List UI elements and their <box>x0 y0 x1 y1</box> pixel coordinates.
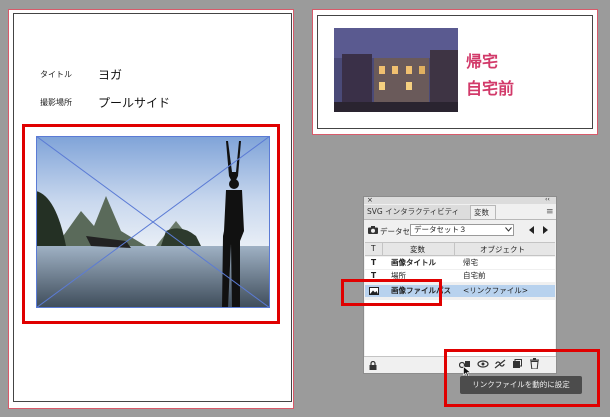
header-type: T <box>371 244 376 253</box>
variable-object: <リンクファイル> <box>463 286 529 295</box>
tab-variables[interactable]: 変数 <box>470 205 496 219</box>
image-path-highlight-box <box>341 279 442 306</box>
lock-icon[interactable] <box>369 361 377 370</box>
photo-highlight-box <box>22 124 280 324</box>
variable-object: 自宅前 <box>463 271 486 280</box>
variable-object: 帰宅 <box>463 258 478 267</box>
home-photo[interactable] <box>334 28 458 112</box>
location-label: 撮影場所 <box>40 98 72 107</box>
panel-titlebar[interactable] <box>364 197 556 204</box>
variable-name: 画像タイトル <box>391 258 436 267</box>
card-title: 帰宅 <box>466 52 499 71</box>
toolbar-highlight-box <box>444 349 600 407</box>
dataset-select[interactable]: データセット３ <box>410 224 514 236</box>
header-divider <box>382 242 383 256</box>
tab-divider <box>364 219 556 220</box>
table-header <box>365 242 555 256</box>
dataset-select-value: データセット３ <box>414 225 467 234</box>
text-variable-icon: T <box>371 258 377 267</box>
title-value: ヨガ <box>98 68 123 82</box>
card-location: 自宅前 <box>466 79 515 98</box>
camera-icon[interactable] <box>368 226 378 234</box>
variable-list-empty-area <box>365 300 555 356</box>
location-value: プールサイド <box>98 96 171 110</box>
next-icon[interactable] <box>542 226 549 234</box>
title-label: タイトル <box>40 70 72 79</box>
panel-menu-icon[interactable]: ≡ <box>546 207 554 217</box>
tab-svg-interactivity[interactable]: SVG インタラクティビティ <box>364 205 470 219</box>
header-object: オブジェクト <box>480 245 525 254</box>
header-divider <box>454 242 455 256</box>
header-variable: 変数 <box>410 245 425 254</box>
collapse-icon[interactable]: ‹‹ <box>545 196 550 203</box>
prev-icon[interactable] <box>528 226 535 234</box>
chevron-down-icon <box>505 227 512 232</box>
table-row[interactable]: T 画像タイトル 帰宅 <box>365 257 555 269</box>
close-icon[interactable]: × <box>367 196 373 204</box>
